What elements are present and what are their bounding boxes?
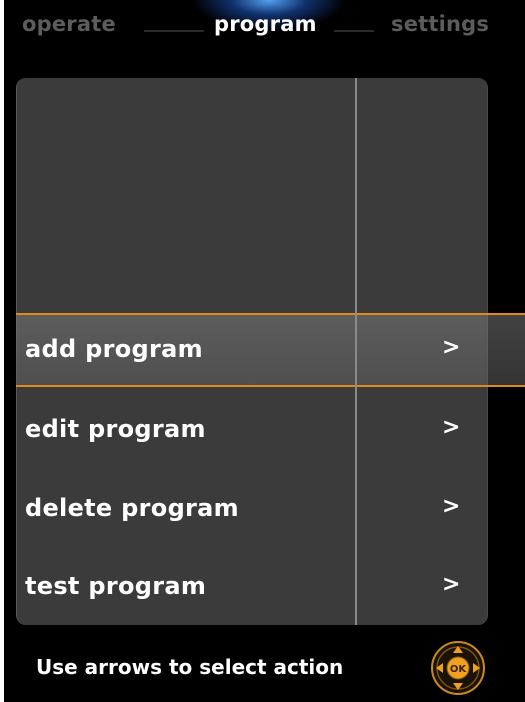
instruction-hint: Use arrows to select action [36, 655, 344, 679]
ok-label: OK [450, 664, 468, 675]
menu-item-label: add program [25, 335, 203, 363]
chevron-right-icon: > [442, 415, 461, 440]
menu-item-delete-program[interactable]: delete program > [17, 474, 487, 544]
chevron-right-icon: > [442, 494, 461, 519]
menu-item-label: edit program [25, 415, 206, 443]
tab-divider-line [334, 30, 374, 32]
chevron-right-icon: > [442, 572, 461, 597]
menu-item-label: test program [25, 572, 207, 600]
chevron-right-icon: > [442, 335, 461, 360]
program-menu-panel: add program > edit program > delete prog… [16, 78, 488, 625]
menu-item-label: delete program [25, 494, 239, 522]
tab-program[interactable]: program [214, 12, 317, 36]
device-screen: operate program settings add program > e… [4, 0, 525, 702]
menu-item-edit-program[interactable]: edit program > [17, 395, 487, 465]
tab-divider-line [144, 30, 204, 32]
tab-operate[interactable]: operate [22, 12, 116, 36]
ok-dpad-icon[interactable]: OK [430, 640, 486, 696]
menu-item-add-program[interactable]: add program > [17, 315, 487, 385]
menu-item-test-program[interactable]: test program > [17, 552, 487, 622]
tab-settings[interactable]: settings [391, 12, 489, 36]
